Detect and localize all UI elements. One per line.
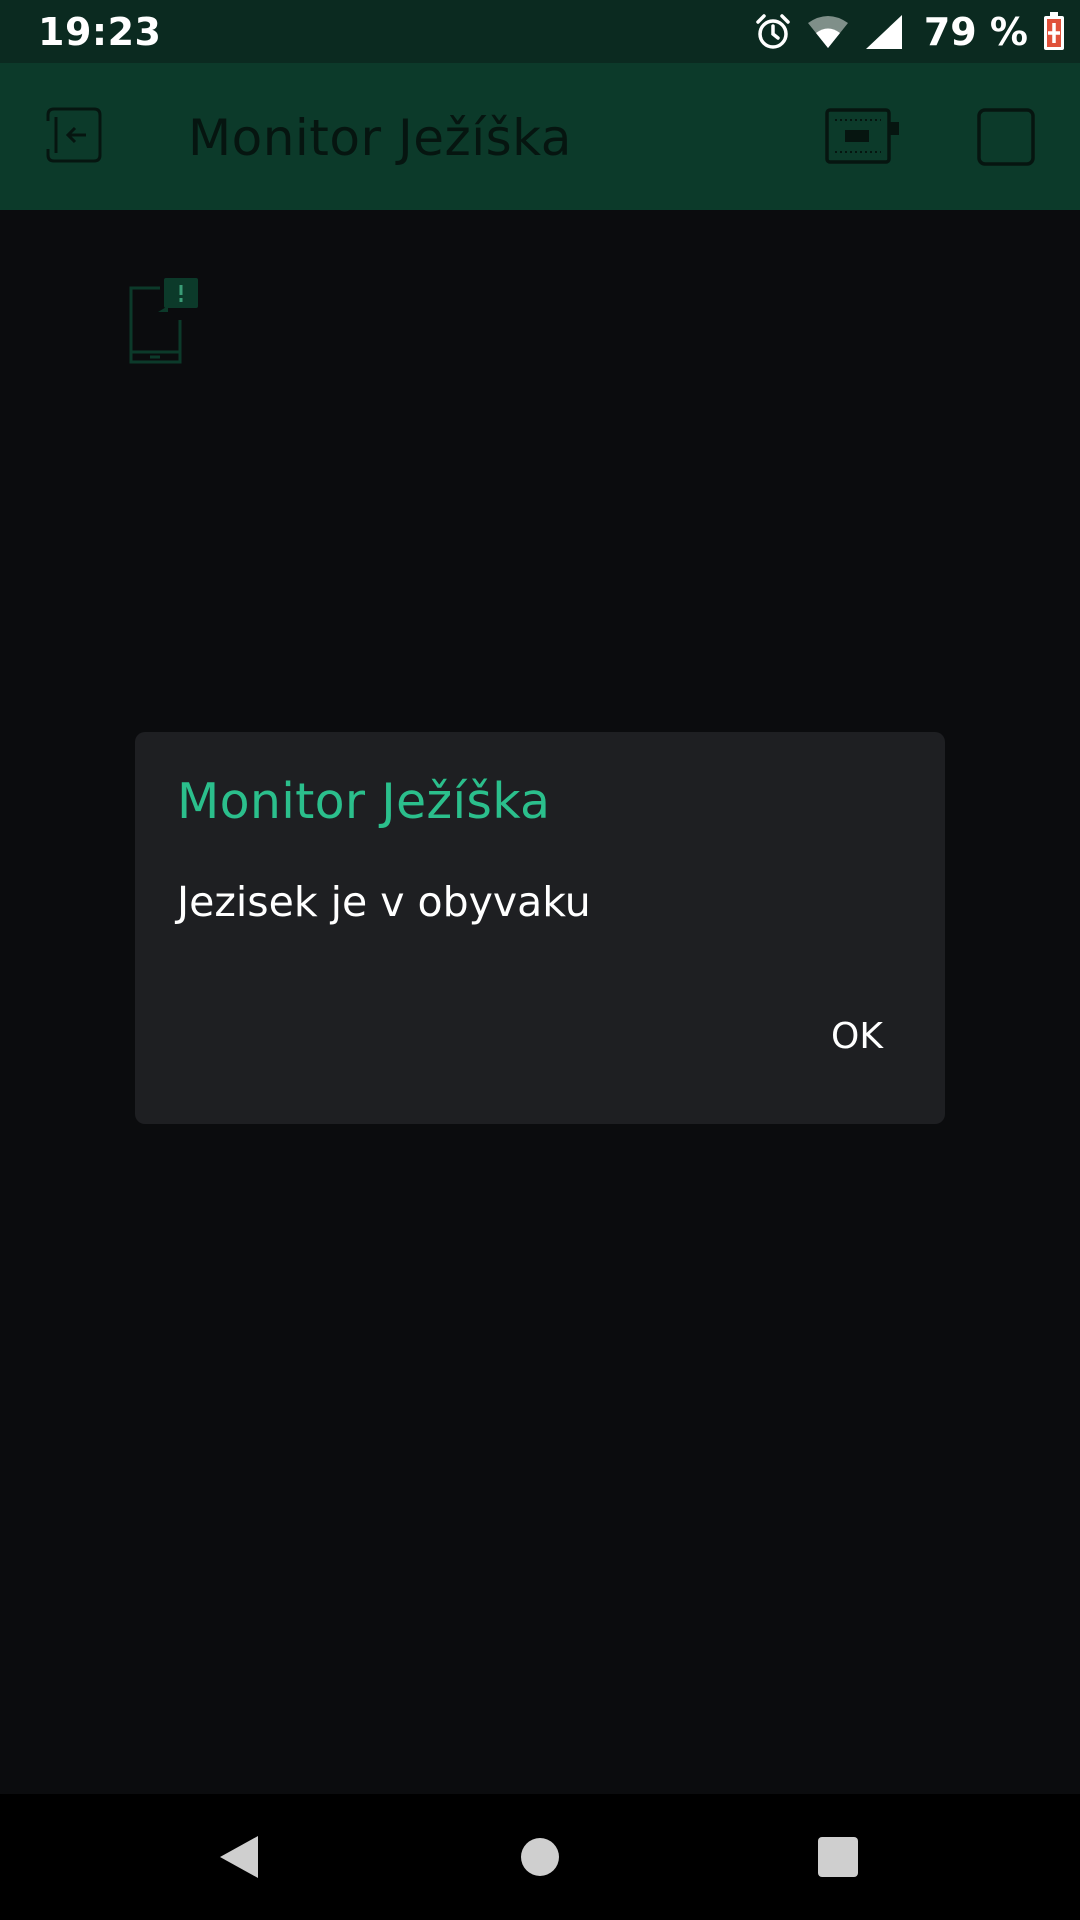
- phone-alert-icon: [129, 278, 198, 364]
- app-title: Monitor Ježíška: [188, 109, 572, 167]
- app-bar: Monitor Ježíška: [0, 63, 1080, 210]
- device-hardware-icon[interactable]: [825, 108, 900, 164]
- alert-dialog: Monitor Ježíška Jezisek je v obyvaku OK: [135, 732, 945, 1124]
- status-bar: 19:23 79 %: [0, 0, 1080, 63]
- wifi-icon: [807, 16, 848, 48]
- battery-charging-icon: [1044, 12, 1064, 50]
- dialog-title: Monitor Ježíška: [177, 773, 551, 830]
- stop-square-icon[interactable]: [976, 107, 1036, 167]
- exit-project-icon[interactable]: [42, 103, 106, 167]
- home-icon[interactable]: [510, 1832, 570, 1882]
- status-time: 19:23: [38, 10, 162, 54]
- ok-button[interactable]: OK: [831, 1014, 883, 1060]
- back-icon[interactable]: [210, 1832, 270, 1882]
- navigation-bar: [0, 1794, 1080, 1920]
- status-icons: 79 %: [740, 10, 1066, 54]
- recents-icon[interactable]: [808, 1832, 868, 1882]
- cellular-signal-icon: [865, 15, 902, 49]
- screen: 19:23 79 % Monitor Ježíška Monitor Ježíš…: [0, 0, 1080, 1920]
- dialog-message: Jezisek je v obyvaku: [177, 878, 591, 926]
- alarm-icon: [756, 14, 790, 49]
- battery-percent: 79 %: [923, 10, 1028, 54]
